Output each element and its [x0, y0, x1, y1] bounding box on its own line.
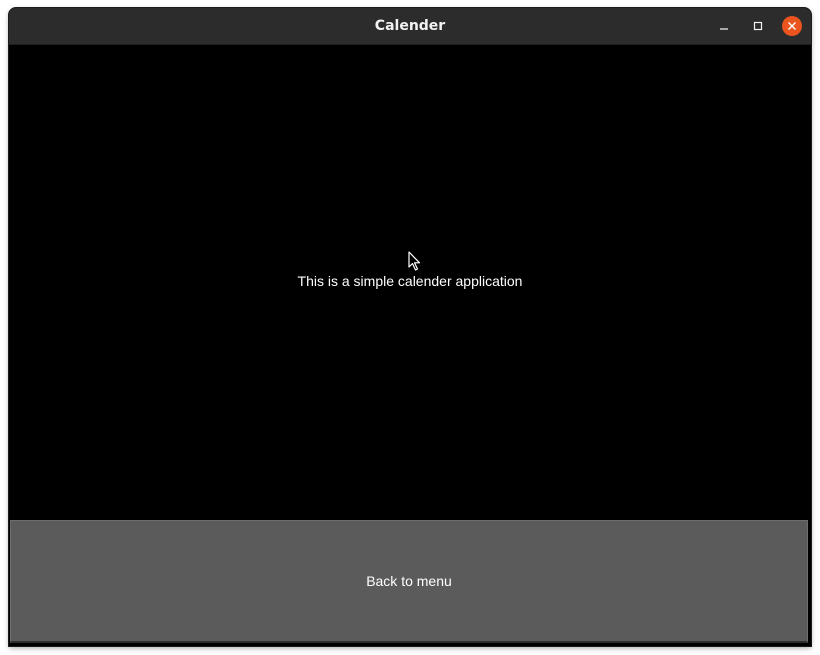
mouse-pointer-icon: [408, 251, 421, 271]
title-bar[interactable]: Calender: [9, 8, 811, 45]
minimize-icon: [720, 28, 728, 30]
maximize-icon: [753, 21, 763, 31]
window-title: Calender: [374, 18, 446, 34]
close-icon: [788, 22, 796, 30]
back-to-menu-button[interactable]: Back to menu: [10, 520, 808, 643]
info-message: This is a simple calender application: [297, 273, 523, 289]
maximize-button[interactable]: [748, 16, 768, 36]
close-button[interactable]: [782, 16, 802, 36]
main-content: This is a simple calender application Ba…: [9, 45, 811, 646]
minimize-button[interactable]: [714, 16, 734, 36]
app-window: Calender This is a simple calender appli…: [9, 8, 811, 646]
